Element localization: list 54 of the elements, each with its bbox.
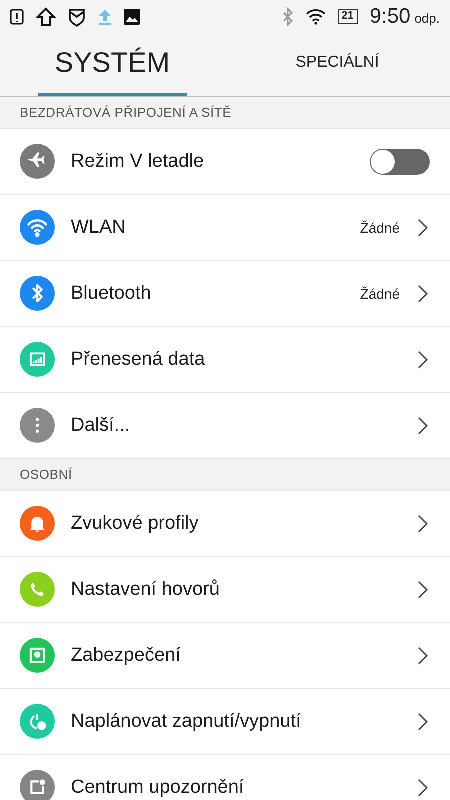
settings-row[interactable]: Zvukové profily [0, 491, 450, 557]
tab[interactable]: SPECIÁLNÍ [263, 33, 412, 96]
setting-label: Nastavení hovorů [71, 578, 221, 600]
settings-row[interactable]: Zabezpečení [0, 623, 450, 689]
setting-label: Zabezpečení [71, 644, 182, 666]
chevron-icon [416, 284, 430, 304]
chevron-icon [416, 416, 430, 436]
bluetooth-icon [282, 6, 294, 26]
chevron-icon [416, 580, 430, 600]
wifi-icon [306, 8, 326, 24]
chevron-icon [416, 712, 430, 732]
battery-level: 21 [338, 9, 358, 24]
setting-label: Režim V letadle [71, 150, 206, 172]
wifi-icon [28, 219, 48, 238]
section-header: BEZDRÁTOVÁ PŘIPOJENÍ A SÍTĚ [0, 97, 450, 129]
setting-label: Zvukové profily [71, 512, 200, 534]
setting-label: Centrum upozornění [71, 776, 246, 798]
settings-row[interactable]: Naplánovat zapnutí/vypnutí [0, 689, 450, 755]
bluetooth-icon [32, 284, 43, 303]
status-value: Žádné [360, 286, 400, 302]
notification-icon [30, 780, 46, 794]
chevron-icon [416, 514, 430, 534]
chevron-icon [416, 350, 430, 370]
image-icon [124, 8, 140, 24]
settings-row[interactable]: Přenesená data [0, 327, 450, 393]
chevron-icon [416, 646, 430, 666]
toggle-switch[interactable] [370, 148, 430, 174]
upload-arrow-icon [98, 8, 112, 24]
setting-label: WLAN [71, 216, 127, 238]
settings-row[interactable]: Centrum upozornění [0, 755, 450, 800]
time-period: odp. [414, 11, 440, 26]
setting-label: Naplánovat zapnutí/vypnutí [71, 710, 302, 732]
power-clock-icon [30, 713, 46, 730]
chevron-icon [416, 778, 430, 798]
bell-icon [30, 516, 45, 532]
setting-label: Přenesená data [71, 348, 206, 370]
airplane-icon [27, 152, 45, 168]
more-icon [36, 418, 40, 433]
phone-icon [30, 582, 44, 596]
section-header: OSOBNÍ [0, 459, 450, 491]
safe-icon [30, 648, 46, 664]
chart-icon [30, 352, 46, 366]
setting-label: Bluetooth [71, 282, 152, 304]
status-value: Žádné [360, 220, 400, 236]
shield-icon [68, 6, 86, 26]
setting-label: Další... [71, 414, 132, 436]
settings-row[interactable]: Nastavení hovorů [0, 557, 450, 623]
clock-time: 9:50 [370, 4, 411, 28]
settings-row[interactable]: Bluetooth Žádné [0, 261, 450, 327]
settings-row[interactable]: Režim V letadle [0, 129, 450, 195]
chevron-icon [416, 218, 430, 238]
alert-icon [10, 8, 24, 24]
settings-row[interactable]: WLAN Žádné [0, 195, 450, 261]
upload-icon [36, 6, 56, 26]
